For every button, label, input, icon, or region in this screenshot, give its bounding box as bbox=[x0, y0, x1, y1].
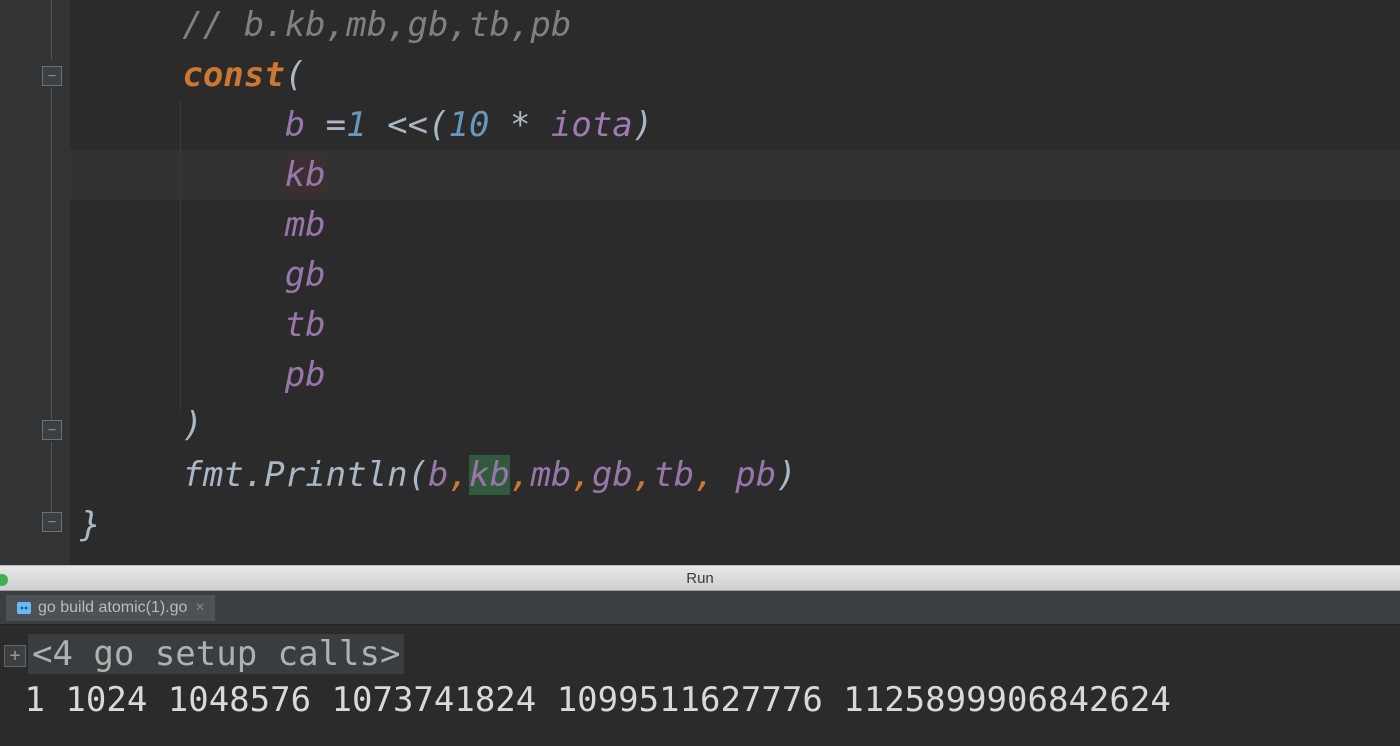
code-line[interactable]: pb bbox=[70, 350, 1400, 400]
ident-pb: pb bbox=[285, 355, 326, 395]
run-tab-label: go build atomic(1).go bbox=[38, 599, 187, 617]
fold-marker-func-end[interactable]: − bbox=[42, 512, 62, 532]
fold-guide bbox=[51, 0, 52, 60]
call-close: ) bbox=[776, 455, 796, 495]
run-panel: go build atomic(1).go × +<4 go setup cal… bbox=[0, 591, 1400, 746]
arg-b: b bbox=[428, 455, 448, 495]
run-status-indicator bbox=[0, 574, 8, 586]
ident-kb: kb bbox=[285, 155, 326, 195]
ident-mb: mb bbox=[285, 205, 326, 245]
code-line[interactable]: const( bbox=[70, 50, 1400, 100]
fold-guide bbox=[51, 88, 52, 420]
comma: , bbox=[571, 455, 591, 495]
ident-gb: gb bbox=[285, 255, 326, 295]
indent-guide bbox=[180, 100, 181, 410]
run-tab[interactable]: go build atomic(1).go × bbox=[6, 595, 215, 621]
brace-close: } bbox=[80, 505, 100, 545]
code-line[interactable]: gb bbox=[70, 250, 1400, 300]
keyword-const: const bbox=[182, 55, 284, 95]
pkg-fmt: fmt bbox=[182, 455, 243, 495]
code-line[interactable]: b =1 <<(10 * iota) bbox=[70, 100, 1400, 150]
op-shift: <<( bbox=[367, 105, 449, 145]
comma: , bbox=[694, 455, 735, 495]
comma: , bbox=[633, 455, 653, 495]
fold-guide bbox=[51, 442, 52, 512]
tool-window-header[interactable]: Run bbox=[0, 565, 1400, 591]
fold-marker-end[interactable]: − bbox=[42, 420, 62, 440]
code-line[interactable]: ) bbox=[70, 400, 1400, 450]
ident-b: b bbox=[285, 105, 305, 145]
console-line-folded[interactable]: +<4 go setup calls> bbox=[4, 631, 1396, 677]
code-line[interactable]: tb bbox=[70, 300, 1400, 350]
code-line[interactable]: // b.kb,mb,gb,tb,pb bbox=[70, 0, 1400, 50]
fold-marker-const[interactable]: − bbox=[42, 66, 62, 86]
console-output[interactable]: +<4 go setup calls> 1 1024 1048576 10737… bbox=[0, 625, 1400, 723]
arg-mb: mb bbox=[530, 455, 571, 495]
arg-pb: pb bbox=[735, 455, 776, 495]
comma: , bbox=[449, 455, 469, 495]
ident-iota: iota bbox=[551, 105, 633, 145]
tool-window-title: Run bbox=[686, 570, 714, 587]
paren-close: ) bbox=[182, 405, 202, 445]
num-10: 10 bbox=[449, 105, 490, 145]
num-1: 1 bbox=[346, 105, 366, 145]
op-star: * bbox=[489, 105, 550, 145]
code-line-current[interactable]: kb bbox=[70, 150, 1400, 200]
arg-gb: gb bbox=[592, 455, 633, 495]
comma: , bbox=[510, 455, 530, 495]
op-eq: = bbox=[305, 105, 346, 145]
console-line-output: 1 1024 1048576 1073741824 1099511627776 … bbox=[4, 677, 1396, 723]
go-file-icon bbox=[16, 600, 32, 616]
code-line[interactable]: } bbox=[70, 500, 1400, 550]
code-line[interactable]: mb bbox=[70, 200, 1400, 250]
call-open: ( bbox=[408, 455, 428, 495]
code-content[interactable]: // b.kb,mb,gb,tb,pb const( b =1 <<(10 * … bbox=[70, 0, 1400, 565]
ident-tb: tb bbox=[285, 305, 326, 345]
arg-tb: tb bbox=[653, 455, 694, 495]
paren-open: ( bbox=[285, 55, 305, 95]
folded-summary: <4 go setup calls> bbox=[28, 634, 404, 674]
expand-icon[interactable]: + bbox=[4, 645, 26, 667]
paren-close: ) bbox=[633, 105, 653, 145]
program-output: 1 1024 1048576 1073741824 1099511627776 … bbox=[24, 680, 1170, 720]
code-editor[interactable]: − − − // b.kb,mb,gb,tb,pb const( b =1 <<… bbox=[0, 0, 1400, 565]
func-println: Println bbox=[264, 455, 407, 495]
dot: . bbox=[244, 455, 264, 495]
arg-kb: kb bbox=[469, 455, 510, 495]
run-tab-bar: go build atomic(1).go × bbox=[0, 591, 1400, 625]
editor-gutter: − − − bbox=[0, 0, 70, 565]
close-icon[interactable]: × bbox=[195, 599, 204, 617]
code-line[interactable]: fmt.Println(b,kb,mb,gb,tb, pb) bbox=[70, 450, 1400, 500]
comment: // b.kb,mb,gb,tb,pb bbox=[182, 5, 571, 45]
